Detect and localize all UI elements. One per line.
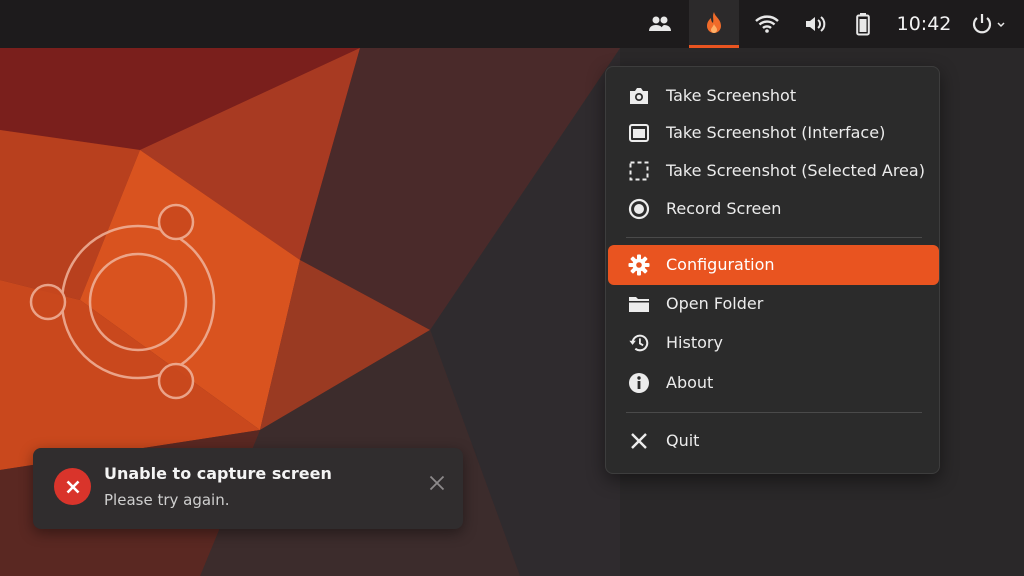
- selection-icon: [628, 160, 650, 182]
- close-icon: [628, 430, 650, 452]
- menu-item-label: About: [666, 373, 714, 392]
- screenshot-menu: Take Screenshot Take Screenshot (Interfa…: [605, 66, 940, 474]
- menu-item-configuration[interactable]: Configuration: [608, 245, 939, 285]
- battery-icon[interactable]: [851, 0, 875, 48]
- notification-message: Please try again.: [104, 491, 230, 509]
- error-notification: Unable to capture screen Please try agai…: [33, 448, 463, 529]
- menu-item-label: Configuration: [666, 255, 775, 274]
- power-icon[interactable]: [968, 0, 1008, 48]
- menu-item-label: Open Folder: [666, 294, 764, 313]
- menu-item-label: Quit: [666, 431, 700, 450]
- menu-item-label: History: [666, 333, 723, 352]
- gear-icon: [628, 254, 650, 276]
- menu-item-label: Take Screenshot (Interface): [666, 123, 886, 142]
- error-icon: [54, 468, 91, 505]
- menu-separator: [626, 237, 922, 238]
- menu-item-take-screenshot[interactable]: Take Screenshot: [608, 76, 939, 116]
- menu-item-label: Record Screen: [666, 199, 782, 218]
- menu-item-history[interactable]: History: [608, 323, 939, 363]
- menu-item-quit[interactable]: Quit: [608, 421, 939, 461]
- flame-icon[interactable]: [689, 0, 739, 48]
- info-icon: [628, 372, 650, 394]
- people-icon[interactable]: [643, 0, 677, 48]
- folder-icon: [628, 293, 650, 315]
- menu-item-open-folder[interactable]: Open Folder: [608, 284, 939, 324]
- menu-item-take-screenshot-selected-area[interactable]: Take Screenshot (Selected Area): [608, 151, 939, 191]
- record-icon: [628, 198, 650, 220]
- top-bar: 10:42: [0, 0, 1024, 48]
- close-notification-button[interactable]: [426, 472, 448, 494]
- clock[interactable]: 10:42: [896, 12, 952, 36]
- wifi-icon[interactable]: [752, 0, 782, 48]
- menu-separator: [626, 412, 922, 413]
- menu-item-about[interactable]: About: [608, 363, 939, 403]
- camera-icon: [628, 85, 650, 107]
- notification-title: Unable to capture screen: [104, 464, 332, 483]
- menu-item-take-screenshot-interface[interactable]: Take Screenshot (Interface): [608, 113, 939, 153]
- menu-item-record-screen[interactable]: Record Screen: [608, 189, 939, 229]
- window-icon: [628, 122, 650, 144]
- history-icon: [628, 332, 650, 354]
- menu-item-label: Take Screenshot (Selected Area): [666, 161, 925, 180]
- volume-icon[interactable]: [801, 0, 831, 48]
- menu-item-label: Take Screenshot: [666, 86, 797, 105]
